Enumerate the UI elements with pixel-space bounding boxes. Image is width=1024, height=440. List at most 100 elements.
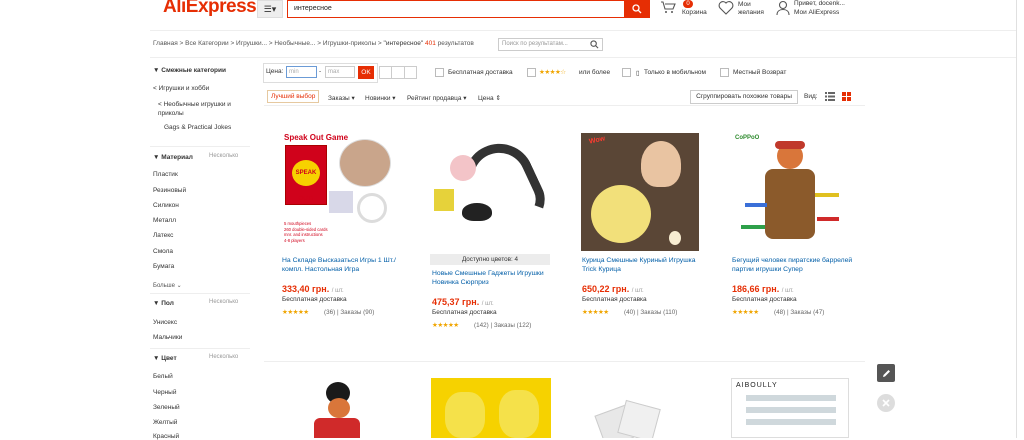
material-more-link[interactable]: Больше ⌄ [153,282,182,289]
color-black[interactable]: Черный [153,389,176,396]
price-value: 475,37 грн. [432,297,480,307]
price-unit: / шт. [481,301,494,307]
color-green[interactable]: Зеленый [153,404,180,411]
product-image[interactable] [430,133,550,253]
gender-boys[interactable]: Мальчики [153,334,182,341]
wishlist-link[interactable] [718,0,734,17]
caret-down-icon: ▾ [351,95,355,102]
search-in-results-input[interactable]: Поиск по результатам... [498,38,603,51]
grid-view-icon[interactable] [842,92,851,101]
user-greeting[interactable]: Привет, docenk... [794,0,845,8]
mobile-only-checkbox[interactable] [622,68,631,77]
orders-count[interactable]: Заказы (122) [494,322,532,329]
color-red[interactable]: Красный [153,433,179,440]
material-rubber[interactable]: Резиновый [153,187,186,194]
orders-count[interactable]: Заказы (90) [340,309,374,316]
aliexpress-logo[interactable]: AliExpress [163,0,257,18]
material-silicone[interactable]: Силикон [153,202,179,209]
local-return-label[interactable]: Местный Возврат [733,69,786,76]
product-title[interactable]: Курица Смешные Куриный Игрушка Trick Кур… [582,256,707,274]
price-min-input[interactable]: min [286,66,317,78]
category-menu-button[interactable]: ☰▾ [257,0,283,18]
edit-button[interactable] [877,364,895,382]
toggle-a[interactable] [380,67,393,78]
rating-count[interactable]: (48) [774,309,785,316]
rating-or-more-label[interactable]: или более [579,69,610,76]
sort-price[interactable]: Цена ⇕ [478,94,501,102]
gender-title[interactable]: ▼ Пол [153,300,174,307]
material-title[interactable]: ▼ Материал [153,154,193,161]
sidebar-divider [150,348,250,349]
sidebar-related-toys[interactable]: < Игрушки и хобби [153,85,209,92]
sidebar-divider [150,146,250,147]
group-similar-button[interactable]: Сгруппировать похожие товары [690,90,798,104]
close-button[interactable] [877,394,895,412]
color-title[interactable]: ▼ Цвет [153,355,177,362]
list-view-icon[interactable] [825,92,835,101]
my-aliexpress-link[interactable]: Мои AliExpress [794,9,839,17]
sort-newest-label: Новинки [365,95,391,102]
orders-count[interactable]: Заказы (47) [790,309,824,316]
material-multi[interactable]: Несколько [209,153,238,159]
sort-best-match[interactable]: Лучший выбор [267,90,320,103]
color-white[interactable]: Белый [153,373,173,380]
price-ok-button[interactable]: OK [358,66,374,79]
related-categories-title: ▼ Смежные категории [153,67,227,74]
material-label: Материал [161,154,193,161]
orders-count[interactable]: Заказы (110) [640,309,677,316]
view-toggle-group[interactable] [379,66,417,79]
gender-multi[interactable]: Несколько [209,299,238,305]
toggle-b[interactable] [392,67,405,78]
rating-count[interactable]: (36) [324,309,335,316]
sort-toggle-icon: ⇕ [495,95,501,102]
material-metal[interactable]: Металл [153,217,176,224]
color-multi[interactable]: Несколько [209,354,238,360]
product-image[interactable] [300,378,370,438]
sidebar-related-novelty[interactable]: < Необычные игрушки и приколы [158,100,238,118]
material-paper[interactable]: Бумага [153,263,174,270]
rating-count[interactable]: (40) [624,309,635,316]
product-title[interactable]: На Складе Высказаться Игры 1 Шт./компл. … [282,256,407,274]
gender-unisex[interactable]: Унисекс [153,319,177,326]
product-title[interactable]: Новые Смешные Гаджеты Игрушки Новинка Сю… [432,269,557,287]
product-image[interactable]: Speak Out Game SPEAK OUT! 5 mouthpieces … [281,133,394,251]
sort-newest[interactable]: Новинки ▾ [365,94,396,102]
cart-label[interactable]: Корзина [682,9,707,17]
product-image[interactable] [581,392,671,438]
color-yellow[interactable]: Желтый [153,419,177,426]
cart-link[interactable] [660,0,676,14]
colors-available-bar[interactable]: Доступно цветов: 4 [430,254,550,265]
material-resin[interactable]: Смола [153,248,173,255]
rating-checkbox[interactable] [527,68,536,77]
sidebar-related-gags[interactable]: Gags & Practical Jokes [164,124,231,131]
search-input[interactable]: интересное [287,0,624,18]
product-title[interactable]: Бегущий человек пиратские баррелей парти… [732,256,857,274]
product-image[interactable]: AIBOULLY [731,378,849,438]
chicken-toy [591,185,651,243]
toggle-c[interactable] [405,67,416,78]
breadcrumb-path[interactable]: Главная > Все Категории > Игрушки... > Н… [153,40,384,47]
sort-orders[interactable]: Заказы ▾ [328,94,355,102]
wishlist-label[interactable]: Мои желания [738,1,764,17]
product-box-title: Speak Out Game [284,133,349,142]
free-shipping-label[interactable]: Бесплатная доставка [448,69,513,76]
material-latex[interactable]: Латекс [153,232,173,239]
account-link[interactable] [776,0,790,18]
search-icon[interactable] [590,40,599,49]
result-word: результатов [437,40,474,47]
box-contents-note: 5 mouthpieces 260 double-sided cards mnr… [284,221,328,243]
material-plastic[interactable]: Пластик [153,171,178,178]
rating-count[interactable]: (142) [474,322,489,329]
price-max-input[interactable]: max [325,66,355,78]
product-rating-meta: (48) | Заказы (47) [774,309,825,316]
search-button[interactable] [624,0,650,18]
card-pack [617,399,661,438]
caret-down-icon: ▾ [392,95,396,102]
local-return-checkbox[interactable] [720,68,729,77]
product-image[interactable] [431,378,551,438]
product-image[interactable]: Wow [581,133,699,251]
sort-seller-rating[interactable]: Рейтинг продавца ▾ [407,94,467,102]
mobile-only-label[interactable]: Только в мобильном [644,69,706,76]
free-shipping-checkbox[interactable] [435,68,444,77]
product-image[interactable]: CoPPoO [731,133,849,251]
